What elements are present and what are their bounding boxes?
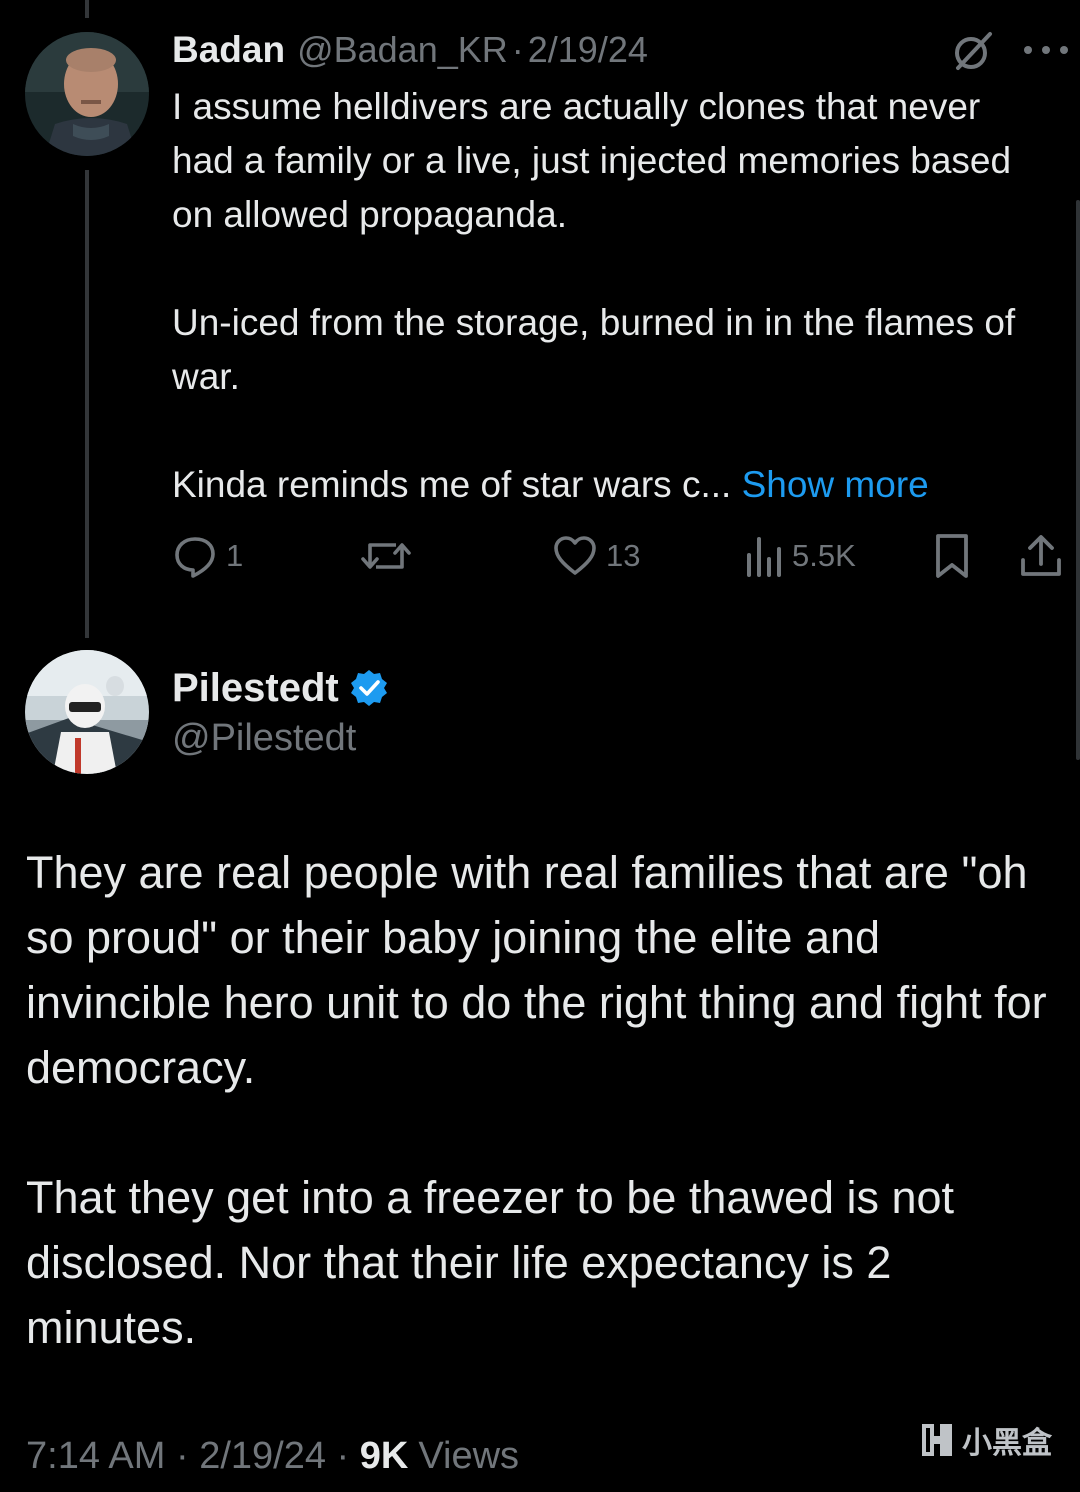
verified-badge-icon[interactable] — [349, 668, 389, 708]
reply-icon — [175, 537, 215, 578]
main-avatar[interactable] — [25, 650, 149, 774]
main-text: They are real people with real families … — [26, 840, 1066, 1360]
tweet-footer: 7:14 AM · 2/19/24 · 9K Views — [26, 1428, 519, 1484]
scrollbar[interactable] — [1076, 200, 1080, 760]
footer-separator: · — [165, 1434, 200, 1477]
grok-icon[interactable] — [950, 28, 996, 74]
bookmark-button[interactable] — [930, 528, 974, 584]
views-count: 5.5K — [792, 538, 856, 573]
reply-count: 1 — [226, 538, 244, 573]
reply-author-name[interactable]: Badan — [172, 29, 285, 71]
reply-paragraph: Un-iced from the storage, burned in in t… — [172, 302, 1016, 397]
reply-button[interactable]: 1 — [172, 528, 243, 584]
reply-header: Badan @Badan_KR · 2/19/24 — [172, 22, 972, 78]
tweet-time[interactable]: 7:14 AM — [26, 1435, 165, 1478]
reply-paragraph: I assume helldivers are actually clones … — [172, 86, 1012, 235]
thread-line — [85, 170, 89, 638]
like-button[interactable]: 13 — [552, 528, 640, 584]
views-icon — [747, 537, 781, 577]
repost-icon — [361, 543, 411, 569]
main-paragraph: They are real people with real families … — [26, 847, 1047, 1093]
reply-text: I assume helldivers are actually clones … — [172, 80, 1052, 512]
tweet-date[interactable]: 2/19/24 — [199, 1435, 326, 1478]
thread-line-top — [85, 0, 89, 18]
main-paragraph: That they get into a freezer to be thawe… — [26, 1172, 955, 1353]
share-button[interactable] — [1018, 528, 1064, 584]
views-button[interactable]: 5.5K — [744, 528, 856, 584]
reply-paragraph-text: Kinda reminds me of star wars c... — [172, 464, 742, 505]
main-author-name[interactable]: Pilestedt — [172, 666, 339, 711]
share-icon — [1021, 535, 1061, 576]
reply-paragraph-truncated: Kinda reminds me of star wars c... Show … — [172, 458, 1052, 512]
repost-button[interactable] — [360, 528, 420, 584]
reply-separator: · — [511, 29, 524, 70]
bookmark-icon — [936, 534, 968, 578]
footer-separator: · — [326, 1434, 360, 1477]
reply-actions: 1 13 5.5K — [172, 528, 1072, 584]
main-author-handle[interactable]: @Pilestedt — [172, 712, 356, 764]
tweet-views-count[interactable]: 9K — [360, 1435, 409, 1478]
like-count: 13 — [606, 538, 641, 573]
watermark-logo-icon — [922, 1424, 952, 1456]
more-icon[interactable] — [1024, 32, 1068, 68]
watermark-text: 小黑盒 — [962, 1427, 1052, 1460]
reply-author-handle[interactable]: @Badan_KR — [297, 29, 508, 71]
reply-avatar[interactable] — [25, 32, 149, 156]
like-icon — [554, 536, 596, 575]
reply-date[interactable]: 2/19/24 — [528, 29, 648, 71]
tweet-views-label[interactable]: Views — [418, 1435, 519, 1478]
show-more-link[interactable]: Show more — [742, 464, 929, 505]
watermark: 小黑盒 — [918, 1418, 1052, 1462]
main-name-row: Pilestedt — [172, 660, 389, 716]
